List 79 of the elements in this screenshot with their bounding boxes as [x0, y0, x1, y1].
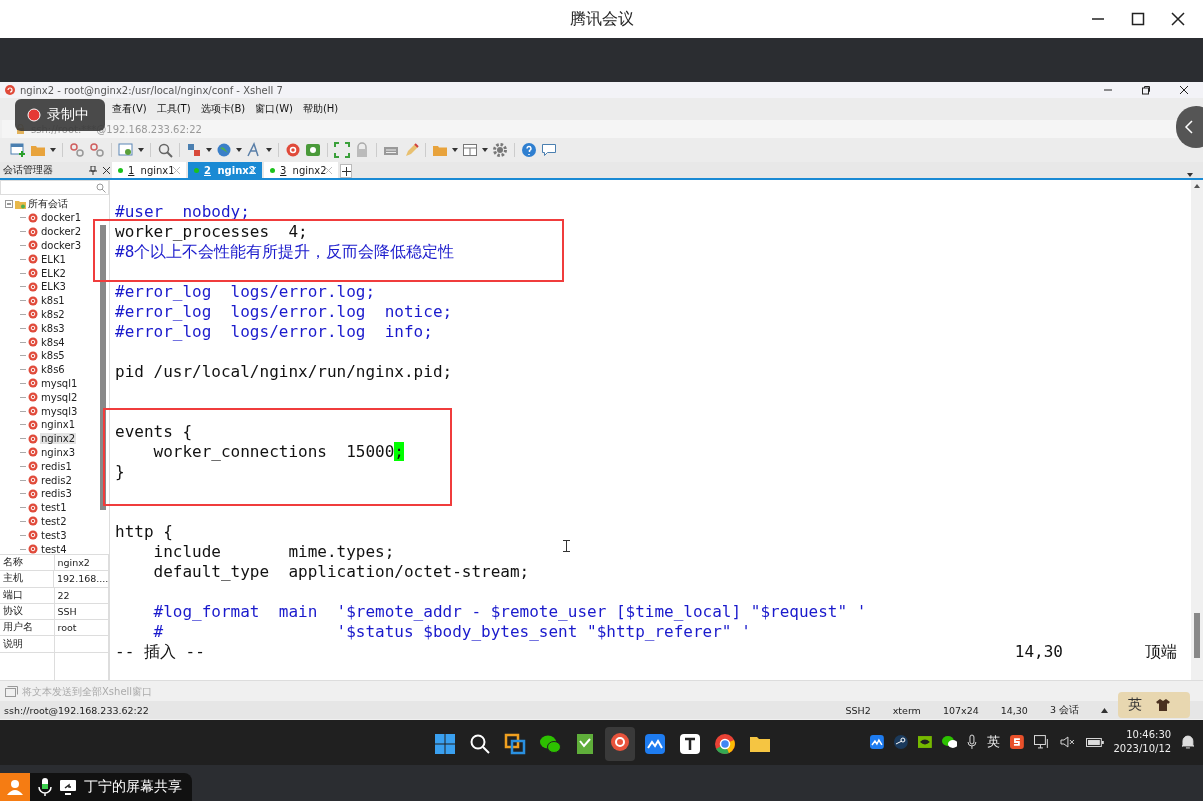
code-line: #error_log logs/error.log;	[115, 282, 376, 302]
code-line: #error_log logs/error.log notice;	[115, 302, 453, 322]
menu-item[interactable]: 查看(V)	[112, 102, 147, 116]
tree-item[interactable]: 所有会话	[28, 197, 68, 211]
session-tab[interactable]: 3 nginx2	[264, 162, 338, 178]
mode-indicator: -- 插入 --	[115, 642, 205, 662]
tree-item[interactable]: docker2	[40, 226, 83, 238]
property-value: 22	[54, 587, 109, 603]
code-line: #error_log logs/error.log info;	[115, 322, 433, 342]
ime-widget[interactable]: 英	[1118, 692, 1190, 718]
input-language[interactable]: 英	[1128, 696, 1142, 714]
menu-item[interactable]: 帮助(H)	[302, 102, 339, 116]
window-title: nginx2 - root@nginx2:/usr/local/nginx/conf - Xshell 7	[20, 84, 283, 96]
clock-date[interactable]: 2023/10/12	[1113, 742, 1172, 756]
connection-text: ssh://root@192.168.233.62:22	[4, 704, 149, 716]
property-name: 用户名	[0, 620, 55, 636]
code-line: events {	[115, 422, 193, 442]
clock-time[interactable]: 10:46:30	[1126, 728, 1172, 742]
tree-item[interactable]: k8s1	[40, 295, 66, 307]
tree-item[interactable]: redis1	[40, 460, 73, 472]
status-item: 14,30	[1000, 704, 1028, 716]
tree-item[interactable]: nginx2	[40, 433, 77, 445]
tree-item[interactable]: redis3	[40, 488, 73, 500]
property-value: nginx2	[54, 555, 109, 571]
tree-item[interactable]: docker1	[40, 212, 83, 224]
code-line: # '$status $body_bytes_sent "$http_referer" '	[152, 622, 751, 642]
code-line: pid /usr/local/nginx/run/nginx.pid;	[115, 362, 453, 382]
cursor-position: 14,30	[1014, 642, 1063, 662]
tree-item[interactable]: docker3	[40, 240, 83, 251]
tree-item[interactable]: nginx1	[40, 419, 77, 431]
share-label: 丁宁的屏幕共享	[84, 778, 182, 796]
code-line: worker_connections 15000;	[152, 442, 404, 462]
tree-item[interactable]: test3	[40, 529, 68, 541]
code-line: worker_processes 4;	[115, 222, 308, 242]
status-item: 3 会话	[1049, 703, 1079, 717]
tree-item[interactable]: test4	[40, 543, 68, 555]
code-line: include mime.types;	[152, 542, 395, 562]
tree-item[interactable]: k8s4	[40, 336, 66, 348]
tree-item[interactable]: mysql3	[40, 405, 79, 417]
tree-item[interactable]: test2	[40, 515, 68, 527]
status-item: SSH2	[845, 704, 871, 716]
menu-item[interactable]: 选项卡(B)	[200, 102, 246, 116]
tree-item[interactable]: test1	[40, 502, 68, 514]
tree-item[interactable]: mysql1	[40, 377, 79, 389]
property-name: 说明	[0, 636, 55, 652]
menu-item[interactable]: 窗口(W)	[255, 102, 293, 116]
tree-item[interactable]: mysql2	[40, 391, 79, 403]
status-item: 107x24	[942, 704, 979, 716]
tree-item[interactable]: nginx3	[40, 446, 77, 458]
window-title: 腾讯会议	[569, 8, 634, 30]
tree-item[interactable]: k8s5	[40, 350, 66, 362]
panel-title: 会话管理器	[3, 163, 54, 177]
tree-item[interactable]: ELK1	[40, 253, 67, 265]
input-language[interactable]: 英	[987, 733, 1001, 751]
property-value: SSH	[54, 603, 109, 620]
tree-item[interactable]: k8s6	[40, 364, 66, 376]
property-name: 协议	[0, 603, 55, 620]
status-item: xterm	[892, 704, 921, 716]
code-line: #8个以上不会性能有所提升，反而会降低稳定性	[115, 242, 455, 262]
tree-item[interactable]: k8s2	[40, 308, 66, 320]
property-name: 主机	[0, 571, 54, 587]
property-name: 端口	[0, 587, 55, 603]
recording-label: 录制中	[47, 106, 89, 124]
tree-item[interactable]: k8s3	[40, 322, 66, 334]
menu-item[interactable]: 工具(T)	[156, 102, 191, 116]
address-text: ssh://root:***@192.168.233.62:22	[31, 123, 202, 135]
scroll-position: 顶端	[1145, 642, 1177, 662]
code-line: }	[115, 462, 125, 482]
code-line: http {	[115, 522, 173, 542]
property-name: 名称	[0, 555, 55, 571]
tree-item[interactable]: redis2	[40, 474, 73, 486]
property-value: root	[54, 620, 109, 636]
code-line: #log_format main '$remote_addr - $remote_user [$time_local] "$request" '	[152, 602, 867, 622]
session-tab[interactable]: 1 nginx1	[112, 162, 186, 178]
code-line: default_type application/octet-stream;	[152, 562, 530, 582]
code-line: #user nobody;	[115, 202, 250, 222]
tree-item[interactable]: ELK2	[40, 267, 67, 279]
tree-item[interactable]: ELK3	[40, 281, 67, 293]
property-value: 192.168....	[54, 571, 109, 587]
